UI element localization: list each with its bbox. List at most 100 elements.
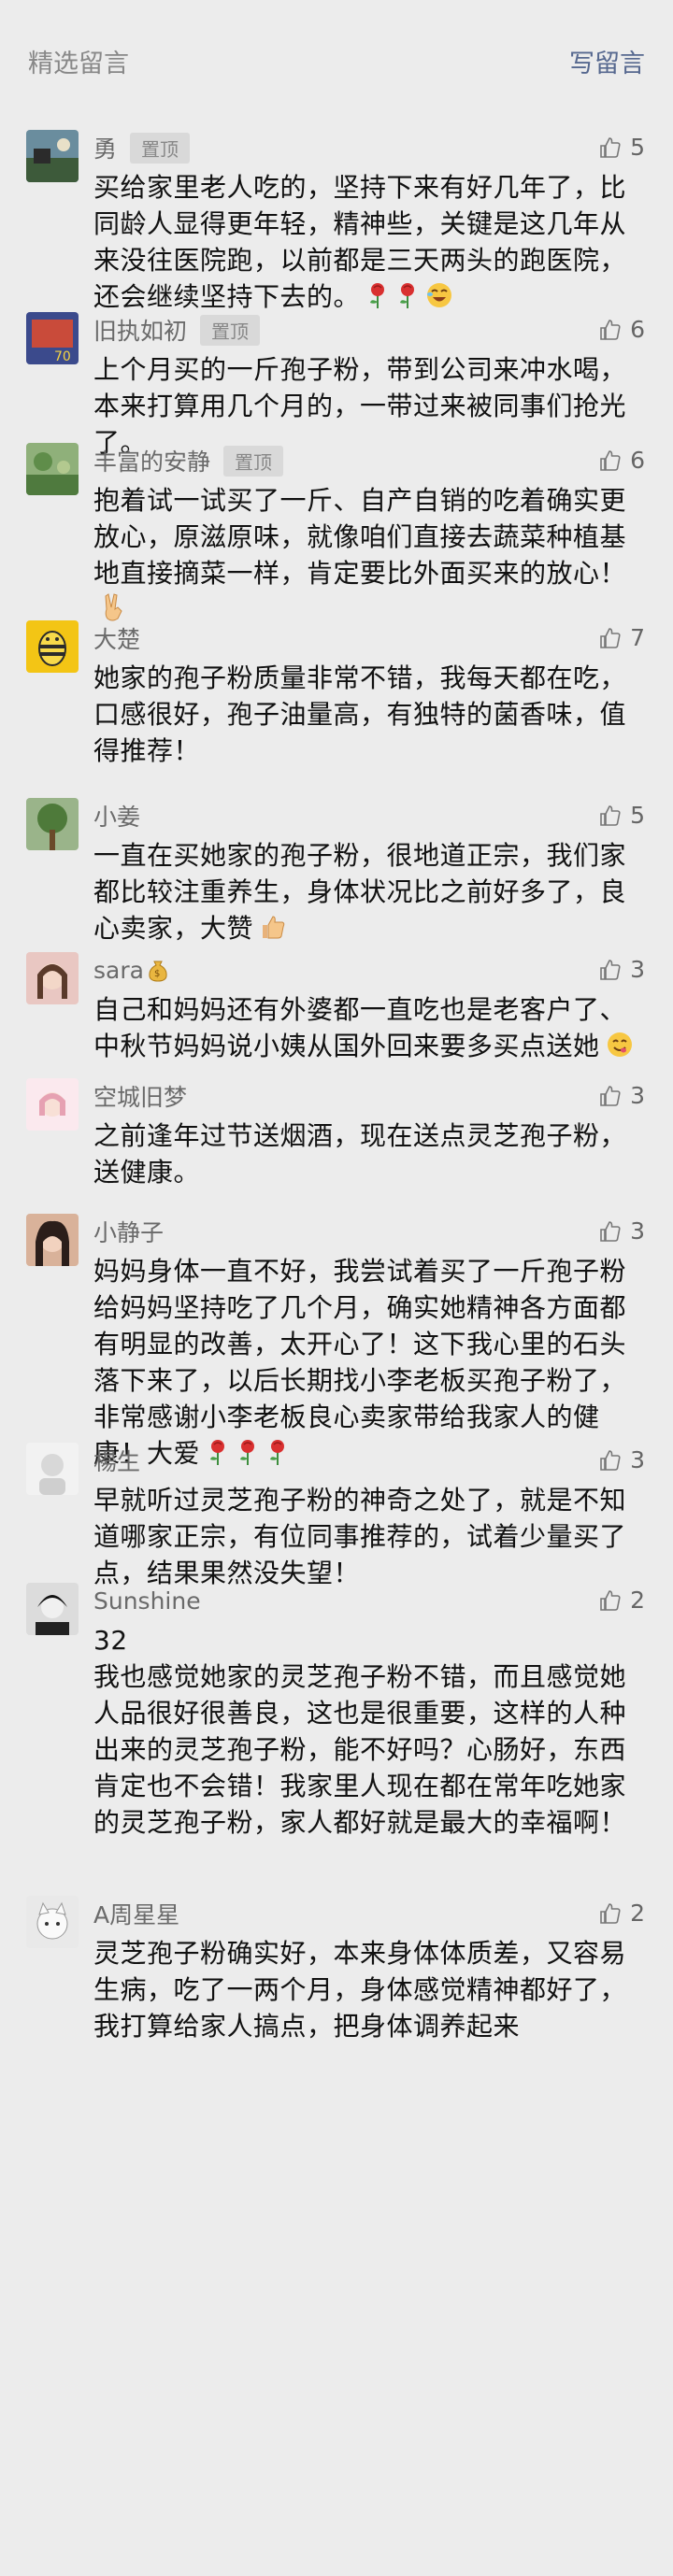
like-button[interactable]: 3 xyxy=(598,956,645,983)
comment-text: 买给家里老人吃的，坚持下来有好几年了，比同龄人显得更年轻，精神些，关键是这几年从… xyxy=(93,169,645,315)
comment-item: Sunshine 2 32 我也感觉她家的灵芝孢子粉不错，而且感觉她人品很好很善良，… xyxy=(0,1579,673,1841)
comment-text: 灵芝孢子粉确实好，本来身体体质差，又容易生病，吃了一两个月，身体感觉精神都好了，… xyxy=(93,1935,645,2044)
comment-meta: sara $ xyxy=(93,948,645,991)
like-button[interactable]: 2 xyxy=(598,1900,645,1927)
like-count: 3 xyxy=(630,1082,645,1109)
avatar-bee-icon[interactable] xyxy=(26,620,79,673)
comment-meta: 勇置顶 xyxy=(93,126,645,169)
rose-icon xyxy=(365,281,390,309)
comment-author[interactable]: 旧执如初 xyxy=(93,313,187,347)
comment-text-content: 妈妈身体一直不好，我尝试着买了一斤孢子粉给妈妈坚持吃了几个月，确实她精神各方面都… xyxy=(93,1256,627,1469)
comment-text: 她家的孢子粉质量非常不错，我每天都在吃，口感很好，孢子油量高，有独特的菌香味，值… xyxy=(93,660,645,769)
thumbs-up-outline-icon xyxy=(598,1219,630,1244)
thumbs-up-outline-icon xyxy=(598,958,630,982)
avatar-pink-girl-icon[interactable] xyxy=(26,1078,79,1131)
like-button[interactable]: 3 xyxy=(598,1446,645,1473)
avatar-tree-icon[interactable] xyxy=(26,798,79,850)
avatar-garden-icon[interactable] xyxy=(26,443,79,495)
thumbs-up-outline-icon xyxy=(598,804,630,828)
rose-icon xyxy=(395,281,420,309)
thumbs-up-outline-icon xyxy=(598,626,630,650)
comment-item: A周星星 2 灵芝孢子粉确实好，本来身体体质差，又容易生病，吃了一两个月，身体感觉精… xyxy=(0,1892,673,2044)
comment-meta: Sunshine xyxy=(93,1579,645,1622)
comment-text-content: 买给家里老人吃的，坚持下来有好几年了，比同龄人显得更年轻，精神些，关键是这几年从… xyxy=(93,172,627,312)
comment-text-content: 一直在买她家的孢子粉，很地道正宗，我们家都比较注重养生，身体状况比之前好多了，良… xyxy=(93,840,627,944)
comment-author[interactable]: 丰富的安静 xyxy=(93,444,210,477)
like-count: 2 xyxy=(630,1587,645,1614)
like-count: 3 xyxy=(630,956,645,983)
avatar-bw-girl-icon[interactable] xyxy=(26,1583,79,1635)
like-count: 6 xyxy=(630,316,645,343)
thumbs-up-outline-icon xyxy=(598,1588,630,1613)
comment-text: 一直在买她家的孢子粉，很地道正宗，我们家都比较注重养生，身体状况比之前好多了，良… xyxy=(93,837,645,946)
comment-item: 丰富的安静 置顶 6 抱着试一试买了一斤、自产自销的吃着确实更放心，原滋原味，就像咱们… xyxy=(0,439,673,628)
comment-item: 楊生 3 早就听过灵芝孢子粉的神奇之处了，就是不知道哪家正宗，有位同事推荐的，试着少… xyxy=(0,1439,673,1591)
like-count: 3 xyxy=(630,1446,645,1473)
thumbs-up-outline-icon xyxy=(598,318,630,342)
thumbs-up-outline-icon xyxy=(598,1084,630,1108)
write-comment-link[interactable]: 写留言 xyxy=(569,43,645,79)
like-count: 7 xyxy=(630,624,645,651)
comment-meta: 小姜 xyxy=(93,794,645,837)
comment-meta: 丰富的安静 置顶 xyxy=(93,439,645,482)
featured-comments-title: 精选留言 xyxy=(28,50,129,78)
comment-author[interactable]: 空城旧梦 xyxy=(93,1079,187,1113)
comment-author[interactable]: 小静子 xyxy=(93,1215,164,1248)
like-count: 6 xyxy=(630,447,645,474)
comment-meta: A周星星 xyxy=(93,1892,645,1935)
comment-text-content: 之前逢年过节送烟酒，现在送点灵芝孢子粉，送健康。 xyxy=(93,1120,627,1188)
like-button[interactable]: 3 xyxy=(598,1082,645,1109)
comment-text: 早就听过灵芝孢子粉的神奇之处了，就是不知道哪家正宗，有位同事推荐的，试着少量买了… xyxy=(93,1482,645,1591)
comment-item: 小姜 5 一直在买她家的孢子粉，很地道正宗，我们家都比较注重养生，身体状况比之前好多… xyxy=(0,794,673,946)
comment-meta: 小静子 xyxy=(93,1210,645,1253)
like-button[interactable]: 5 xyxy=(598,802,645,829)
like-button[interactable]: 5 xyxy=(598,134,645,161)
comment-text: 32 我也感觉她家的灵芝孢子粉不错，而且感觉她人品很好很善良，这也是很重要，这样… xyxy=(93,1622,645,1841)
comment-meta: 楊生 xyxy=(93,1439,645,1482)
thumbs-up-outline-icon xyxy=(598,1901,630,1926)
thumbs-up-outline-icon xyxy=(598,135,630,160)
yum-face-icon xyxy=(606,1031,634,1059)
comment-text-content: 早就听过灵芝孢子粉的神奇之处了，就是不知道哪家正宗，有位同事推荐的，试着少量买了… xyxy=(93,1485,627,1588)
comment-author[interactable]: Sunshine xyxy=(93,1587,201,1615)
avatar-woman-icon[interactable] xyxy=(26,1214,79,1266)
comment-text: 自己和妈妈还有外婆都一直吃也是老客户了、中秋节妈妈说小姨从国外回来要多买点送她 xyxy=(93,991,645,1064)
comment-author[interactable]: 大楚 xyxy=(93,621,140,655)
comment-author[interactable]: 小姜 xyxy=(93,799,140,833)
svg-text:70: 70 xyxy=(54,349,71,364)
avatar-game-icon[interactable]: 70 xyxy=(26,312,79,364)
thumbs-up-icon xyxy=(259,913,287,941)
like-button[interactable]: 2 xyxy=(598,1587,645,1614)
like-count: 5 xyxy=(630,134,645,161)
comment-item: 大楚 7 她家的孢子粉质量非常不错，我每天都在吃，口感很好，孢子油量高，有独特的菌香… xyxy=(0,617,673,769)
thumbs-up-outline-icon xyxy=(598,448,630,473)
like-count: 2 xyxy=(630,1900,645,1927)
comment-author[interactable]: A周星星 xyxy=(93,1897,179,1930)
like-button[interactable]: 7 xyxy=(598,624,645,651)
comment-text-content: 她家的孢子粉质量非常不错，我每天都在吃，口感很好，孢子油量高，有独特的菌香味，值… xyxy=(93,662,627,766)
comment-author[interactable]: 勇 xyxy=(93,131,117,164)
comment-text-content: 灵芝孢子粉确实好，本来身体体质差，又容易生病，吃了一两个月，身体感觉精神都好了，… xyxy=(93,1938,627,2042)
thumbs-up-outline-icon xyxy=(598,1448,630,1473)
comment-author[interactable]: 楊生 xyxy=(93,1444,140,1477)
comment-item: sara $3 自己和妈妈还有外婆都一直吃也是老客户了、中秋节妈妈说小姨从国外回来要… xyxy=(0,948,673,1064)
comment-text-content: 抱着试一试买了一斤、自产自销的吃着确实更放心，原滋原味，就像咱们直接去蔬菜种植基… xyxy=(93,485,627,589)
pinned-badge: 置顶 xyxy=(130,132,191,164)
avatar-cat-icon[interactable] xyxy=(26,1896,79,1948)
like-button[interactable]: 6 xyxy=(598,447,645,474)
comment-meta: 空城旧梦 xyxy=(93,1075,645,1117)
comment-text: 抱着试一试买了一斤、自产自销的吃着确实更放心，原滋原味，就像咱们直接去蔬菜种植基… xyxy=(93,482,645,628)
pinned-badge: 置顶 xyxy=(223,445,284,477)
like-count: 5 xyxy=(630,802,645,829)
comments-header: 精选留言 写留言 xyxy=(0,0,673,121)
comment-text-content: 自己和妈妈还有外婆都一直吃也是老客户了、中秋节妈妈说小姨从国外回来要多买点送她 xyxy=(93,994,627,1061)
money-bag-icon: $ xyxy=(148,958,168,982)
avatar-white-icon[interactable] xyxy=(26,1443,79,1495)
pinned-badge: 置顶 xyxy=(200,314,261,346)
avatar-landscape-icon[interactable] xyxy=(26,130,79,182)
like-button[interactable]: 3 xyxy=(598,1217,645,1245)
avatar-girl-icon[interactable] xyxy=(26,952,79,1004)
comment-text-content: 32 我也感觉她家的灵芝孢子粉不错，而且感觉她人品很好很善良，这也是很重要，这样… xyxy=(93,1625,627,1838)
comment-author[interactable]: sara xyxy=(93,957,144,984)
like-button[interactable]: 6 xyxy=(598,316,645,343)
